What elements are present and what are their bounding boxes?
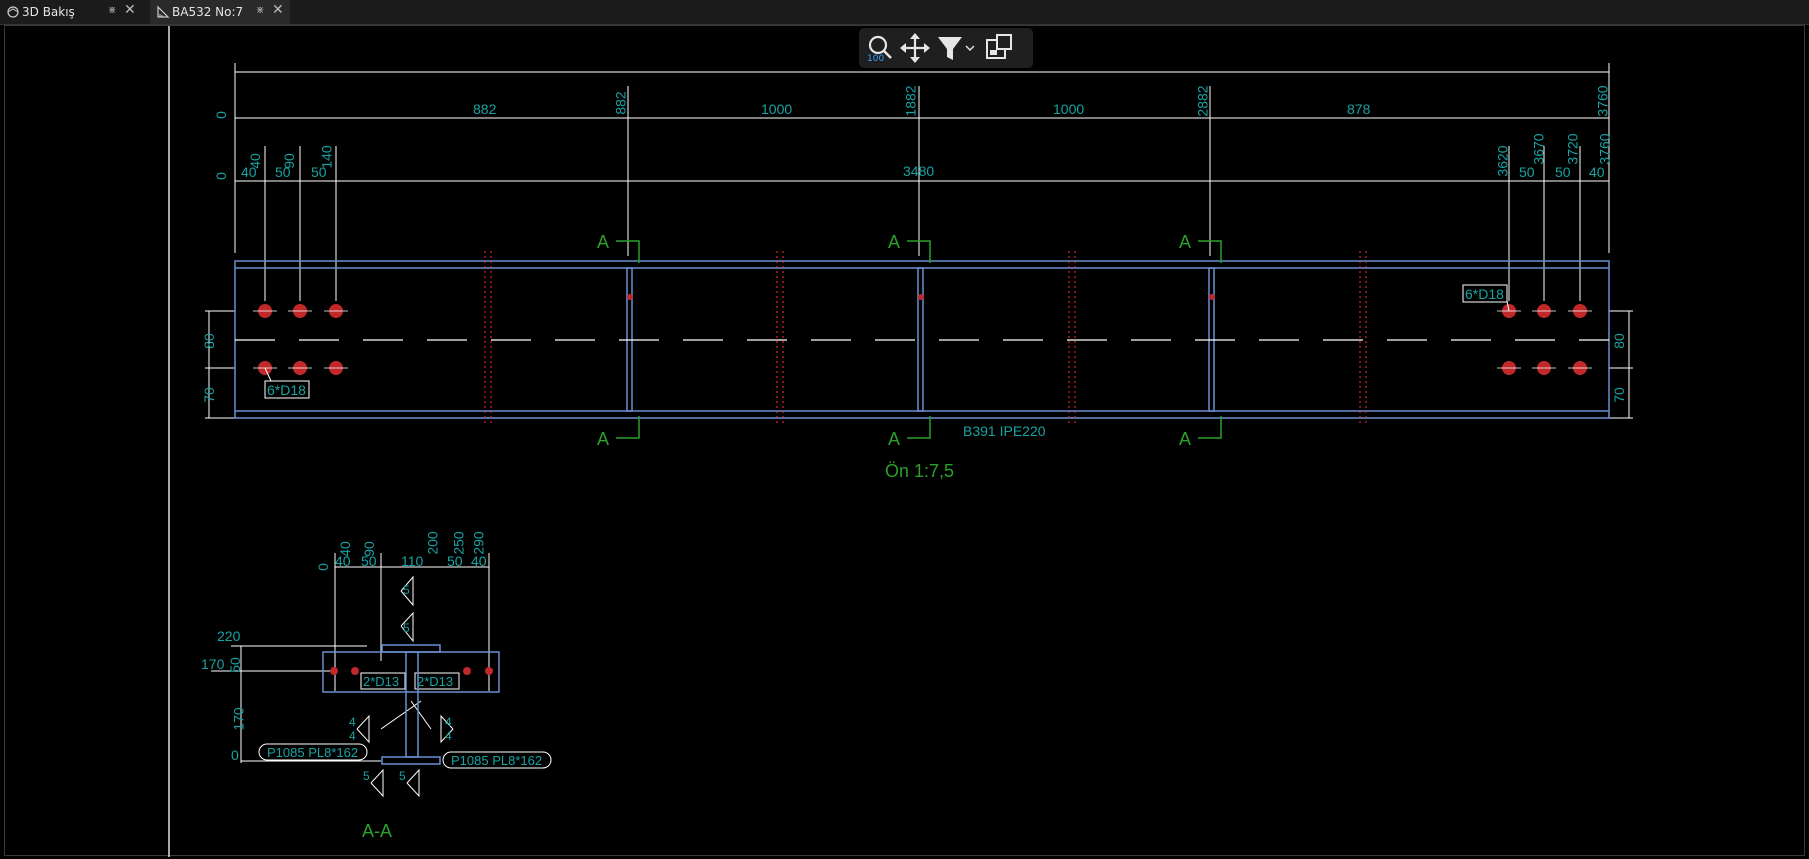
dim-label: 40	[335, 553, 351, 569]
dim-label: 3670	[1530, 133, 1547, 165]
dim-label: 70	[200, 387, 217, 403]
dim-label: 110	[401, 553, 424, 569]
dim-label: 80	[200, 333, 217, 349]
dim-label: 0	[231, 747, 239, 763]
bolt-label[interactable]: 2*D13	[417, 674, 453, 689]
zoom-readout: 100	[867, 54, 885, 64]
plate-label[interactable]: P1085 PL8*162	[267, 745, 358, 760]
dim-label: 0	[212, 111, 229, 119]
layout-button[interactable]	[981, 30, 1017, 66]
dim-label: 878	[1347, 101, 1371, 117]
drawing-canvas[interactable]: 0 882 882 1000 1882 1000 2882 878 3760 0…	[4, 25, 1805, 857]
layout-icon	[986, 34, 1012, 59]
dim-label: 1882	[902, 85, 919, 117]
drawing-labels: 0 882 882 1000 1882 1000 2882 878 3760 0…	[1, 1, 1809, 859]
weld-size: 5	[403, 583, 410, 597]
dim-label: 50	[226, 657, 243, 673]
dim-label: 1000	[761, 101, 793, 117]
view-toolbar: 100	[859, 28, 1033, 68]
weld-size: 5	[363, 769, 370, 783]
move-icon	[900, 33, 930, 63]
dim-label: 170	[230, 707, 247, 731]
view-title[interactable]: Ön 1:7,5	[885, 461, 954, 482]
filter-button[interactable]	[933, 30, 977, 66]
dim-label: 3480	[903, 163, 935, 179]
dim-label: 0	[314, 563, 331, 571]
weld-size: 4	[445, 715, 452, 729]
pan-button[interactable]	[897, 30, 933, 66]
dim-label: 882	[612, 91, 629, 115]
weld-size: 4	[349, 729, 356, 743]
dim-label: 50	[361, 553, 377, 569]
zoom-button[interactable]: 100	[861, 30, 897, 66]
section-mark: A	[597, 429, 610, 449]
dim-label: 50	[1555, 164, 1571, 180]
section-mark: A	[888, 429, 901, 449]
dim-label: 40	[246, 153, 263, 169]
bolt-label[interactable]: 6*D18	[267, 382, 306, 398]
section-mark: A	[888, 232, 901, 252]
dim-label: 50	[447, 553, 463, 569]
dim-label: 0	[212, 172, 229, 180]
filter-icon	[938, 37, 975, 60]
weld-size: 4	[349, 715, 356, 729]
dim-label: 40	[471, 553, 487, 569]
dim-label: 80	[1610, 333, 1627, 349]
dim-label: 3760	[1594, 85, 1611, 117]
plate-label[interactable]: P1085 PL8*162	[451, 753, 542, 768]
dim-label: 220	[217, 628, 241, 644]
section-title[interactable]: A-A	[362, 821, 392, 842]
dim-label: 90	[280, 153, 297, 169]
dim-label: 170	[201, 656, 225, 672]
weld-size: 4	[445, 729, 452, 743]
weld-size: 5	[403, 621, 410, 635]
dim-label: 3620	[1494, 145, 1511, 177]
beam-label[interactable]: B391 IPE220	[963, 423, 1046, 439]
dim-label: 250	[450, 531, 467, 555]
dim-label: 70	[1610, 387, 1627, 403]
section-mark: A	[1179, 429, 1192, 449]
dim-label: 200	[424, 531, 441, 555]
dim-label: 50	[1519, 164, 1535, 180]
bolt-label[interactable]: 2*D13	[363, 674, 399, 689]
bolt-label[interactable]: 6*D18	[1465, 286, 1504, 302]
dim-label: 1000	[1053, 101, 1085, 117]
dim-label: 140	[318, 145, 335, 169]
dim-label: 290	[470, 531, 487, 555]
dim-label: 3720	[1564, 133, 1581, 165]
dim-label: 882	[473, 101, 497, 117]
weld-size: 5	[399, 769, 406, 783]
section-mark: A	[1179, 232, 1192, 252]
dim-label: 2882	[1194, 85, 1211, 117]
dim-label: 3760	[1596, 133, 1613, 165]
section-mark: A	[597, 232, 610, 252]
dim-label: 40	[1589, 164, 1605, 180]
